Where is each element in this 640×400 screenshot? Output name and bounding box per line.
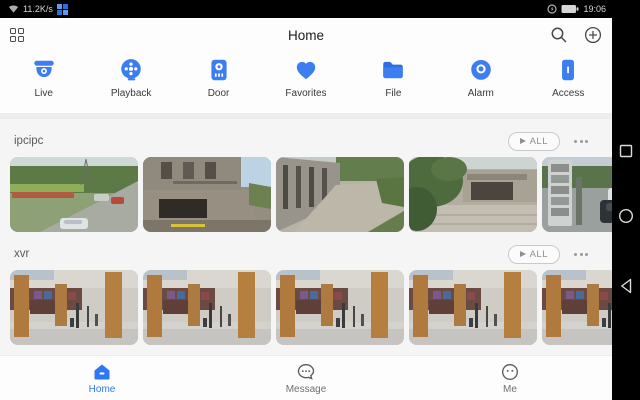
- camera-thumbnail-street[interactable]: [10, 157, 138, 232]
- apps-grid-icon[interactable]: [10, 28, 24, 42]
- tab-home[interactable]: Home: [0, 356, 204, 400]
- camera-thumbnail-entrance[interactable]: [409, 157, 537, 232]
- battery-icon: [561, 5, 579, 13]
- me-face-icon: [501, 363, 519, 380]
- shortcut-label: Playback: [110, 88, 152, 99]
- app-screen: 11.2K/s 19:06 Home Live Playback Door Fa…: [0, 0, 640, 400]
- device-section-ipcipc: ipcipc ALL: [0, 129, 612, 232]
- header: Home: [0, 18, 612, 52]
- shortcut-row: Live Playback Door Favorites File Alarm …: [0, 52, 612, 113]
- camera-thumbnail-walkway[interactable]: [276, 157, 404, 232]
- alarm-siren-icon: [471, 60, 491, 80]
- play-all-button[interactable]: ALL: [507, 131, 560, 151]
- tab-label: Message: [285, 383, 327, 395]
- dome-camera-icon: [33, 60, 54, 78]
- battery-saver-icon: [547, 4, 558, 14]
- camera-thumbnail-library[interactable]: [143, 270, 271, 345]
- device-name: xvr: [14, 248, 30, 260]
- message-bubble-icon: [297, 363, 315, 380]
- android-nav-bar: [612, 18, 640, 400]
- play-icon: [519, 138, 526, 144]
- shortcut-favorites[interactable]: Favorites: [262, 57, 349, 113]
- play-all-label: ALL: [529, 248, 548, 260]
- camera-thumbnail-parking[interactable]: [542, 157, 612, 232]
- network-speed: 11.2K/s: [23, 4, 53, 14]
- shortcut-label: Alarm: [467, 88, 494, 99]
- shortcut-playback[interactable]: Playback: [87, 57, 174, 113]
- back-icon[interactable]: [620, 278, 632, 294]
- shortcut-label: Favorites: [285, 88, 327, 99]
- shortcut-alarm[interactable]: Alarm: [437, 57, 524, 113]
- home-icon: [94, 364, 110, 379]
- shortcut-live[interactable]: Live: [0, 57, 87, 113]
- camera-thumbnail-library[interactable]: [542, 270, 612, 345]
- shortcut-label: File: [385, 88, 402, 99]
- shortcut-label: Live: [34, 88, 53, 99]
- device-section-xvr: xvr ALL: [0, 242, 612, 345]
- camera-thumb-row: [10, 157, 612, 232]
- device-name: ipcipc: [14, 135, 44, 147]
- more-options-icon[interactable]: [574, 139, 588, 143]
- camera-thumbnail-library[interactable]: [276, 270, 404, 345]
- camera-thumbnail-library[interactable]: [10, 270, 138, 345]
- add-device-icon[interactable]: [584, 26, 602, 44]
- network-signal-icon: [8, 5, 19, 13]
- tab-message[interactable]: Message: [204, 356, 408, 400]
- clock: 19:06: [583, 4, 606, 14]
- shortcut-door[interactable]: Door: [175, 57, 262, 113]
- bottom-nav: Home Message Me: [0, 355, 612, 400]
- shortcut-label: Access: [552, 88, 585, 99]
- tab-label: Me: [503, 383, 517, 395]
- section-divider: [0, 113, 612, 119]
- door-intercom-icon: [210, 59, 227, 81]
- shortcut-label: Door: [207, 88, 230, 99]
- tab-label: Home: [88, 383, 116, 395]
- sync-app-icon: [56, 3, 68, 15]
- folder-icon: [383, 61, 404, 79]
- app-window: Home Live Playback Door Favorites File A…: [0, 18, 612, 400]
- camera-thumbnail-building[interactable]: [143, 157, 271, 232]
- camera-thumb-row: [10, 270, 612, 345]
- play-all-label: ALL: [529, 135, 548, 147]
- camera-thumbnail-library[interactable]: [409, 270, 537, 345]
- recents-icon[interactable]: [619, 144, 633, 158]
- play-all-button[interactable]: ALL: [507, 244, 560, 264]
- android-home-icon[interactable]: [618, 208, 634, 224]
- access-control-icon: [562, 59, 575, 81]
- search-icon[interactable]: [550, 26, 568, 44]
- playback-reel-icon: [121, 59, 141, 81]
- page-title: Home: [287, 27, 324, 43]
- tab-me[interactable]: Me: [408, 356, 612, 400]
- more-options-icon[interactable]: [574, 252, 588, 256]
- heart-icon: [296, 61, 316, 80]
- shortcut-access[interactable]: Access: [525, 57, 612, 113]
- shortcut-file[interactable]: File: [350, 57, 437, 113]
- play-icon: [519, 251, 526, 257]
- status-bar: 11.2K/s 19:06: [0, 0, 640, 18]
